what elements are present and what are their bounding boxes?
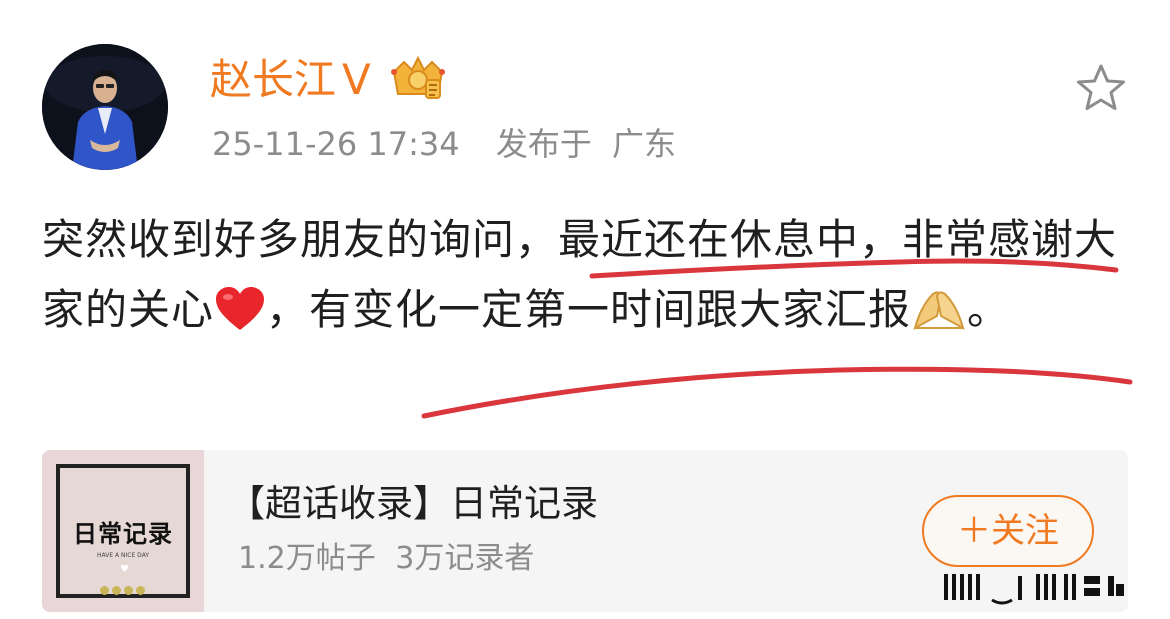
thumbnail-heart-icon: ♥ — [120, 564, 129, 575]
post-text-part2: ，有变化一定第一时间跟大家汇报 — [266, 285, 912, 334]
red-heart-icon — [216, 287, 265, 330]
avatar-photo — [42, 44, 168, 170]
post-text-part3: 。 — [967, 285, 1011, 334]
star-outline-icon[interactable] — [1074, 62, 1128, 114]
post-location: 广东 — [612, 125, 677, 163]
thumbnail-title: 日常记录 — [73, 520, 173, 548]
avatar[interactable] — [42, 44, 168, 170]
post-meta: 25-11-26 17:34 发布于 广东 — [212, 122, 676, 166]
crown-badge-icon[interactable] — [388, 54, 448, 104]
thumbnail-dots — [100, 580, 148, 599]
topic-stats: 1.2万帖子 3万记录者 — [238, 538, 534, 580]
post-timestamp: 25-11-26 17:34 — [212, 125, 460, 163]
topic-title[interactable]: 【超话收录】日常记录 — [228, 480, 598, 528]
vip-mark: V — [342, 55, 371, 104]
topic-recorders-count: 3万记录者 — [395, 541, 535, 576]
folded-hands-icon — [913, 291, 965, 331]
username-text: 赵长江 — [210, 55, 337, 104]
post-text: 突然收到好多朋友的询问，最近还在休息中，非常感谢大家的关心 ，有变化一定第一时间… — [42, 205, 1132, 345]
underline-mark-2 — [421, 366, 1133, 419]
follow-button[interactable]: ＋关注 — [922, 495, 1094, 567]
topic-thumbnail: 日常记录 HAVE A NICE DAY ♥ — [42, 450, 204, 612]
username[interactable]: 赵长江 V — [210, 52, 371, 108]
watermark-logo — [944, 574, 1124, 605]
location-prefix: 发布于 — [495, 125, 592, 163]
thumbnail-subtitle: HAVE A NICE DAY — [96, 552, 149, 559]
topic-posts-count: 1.2万帖子 — [238, 541, 376, 576]
